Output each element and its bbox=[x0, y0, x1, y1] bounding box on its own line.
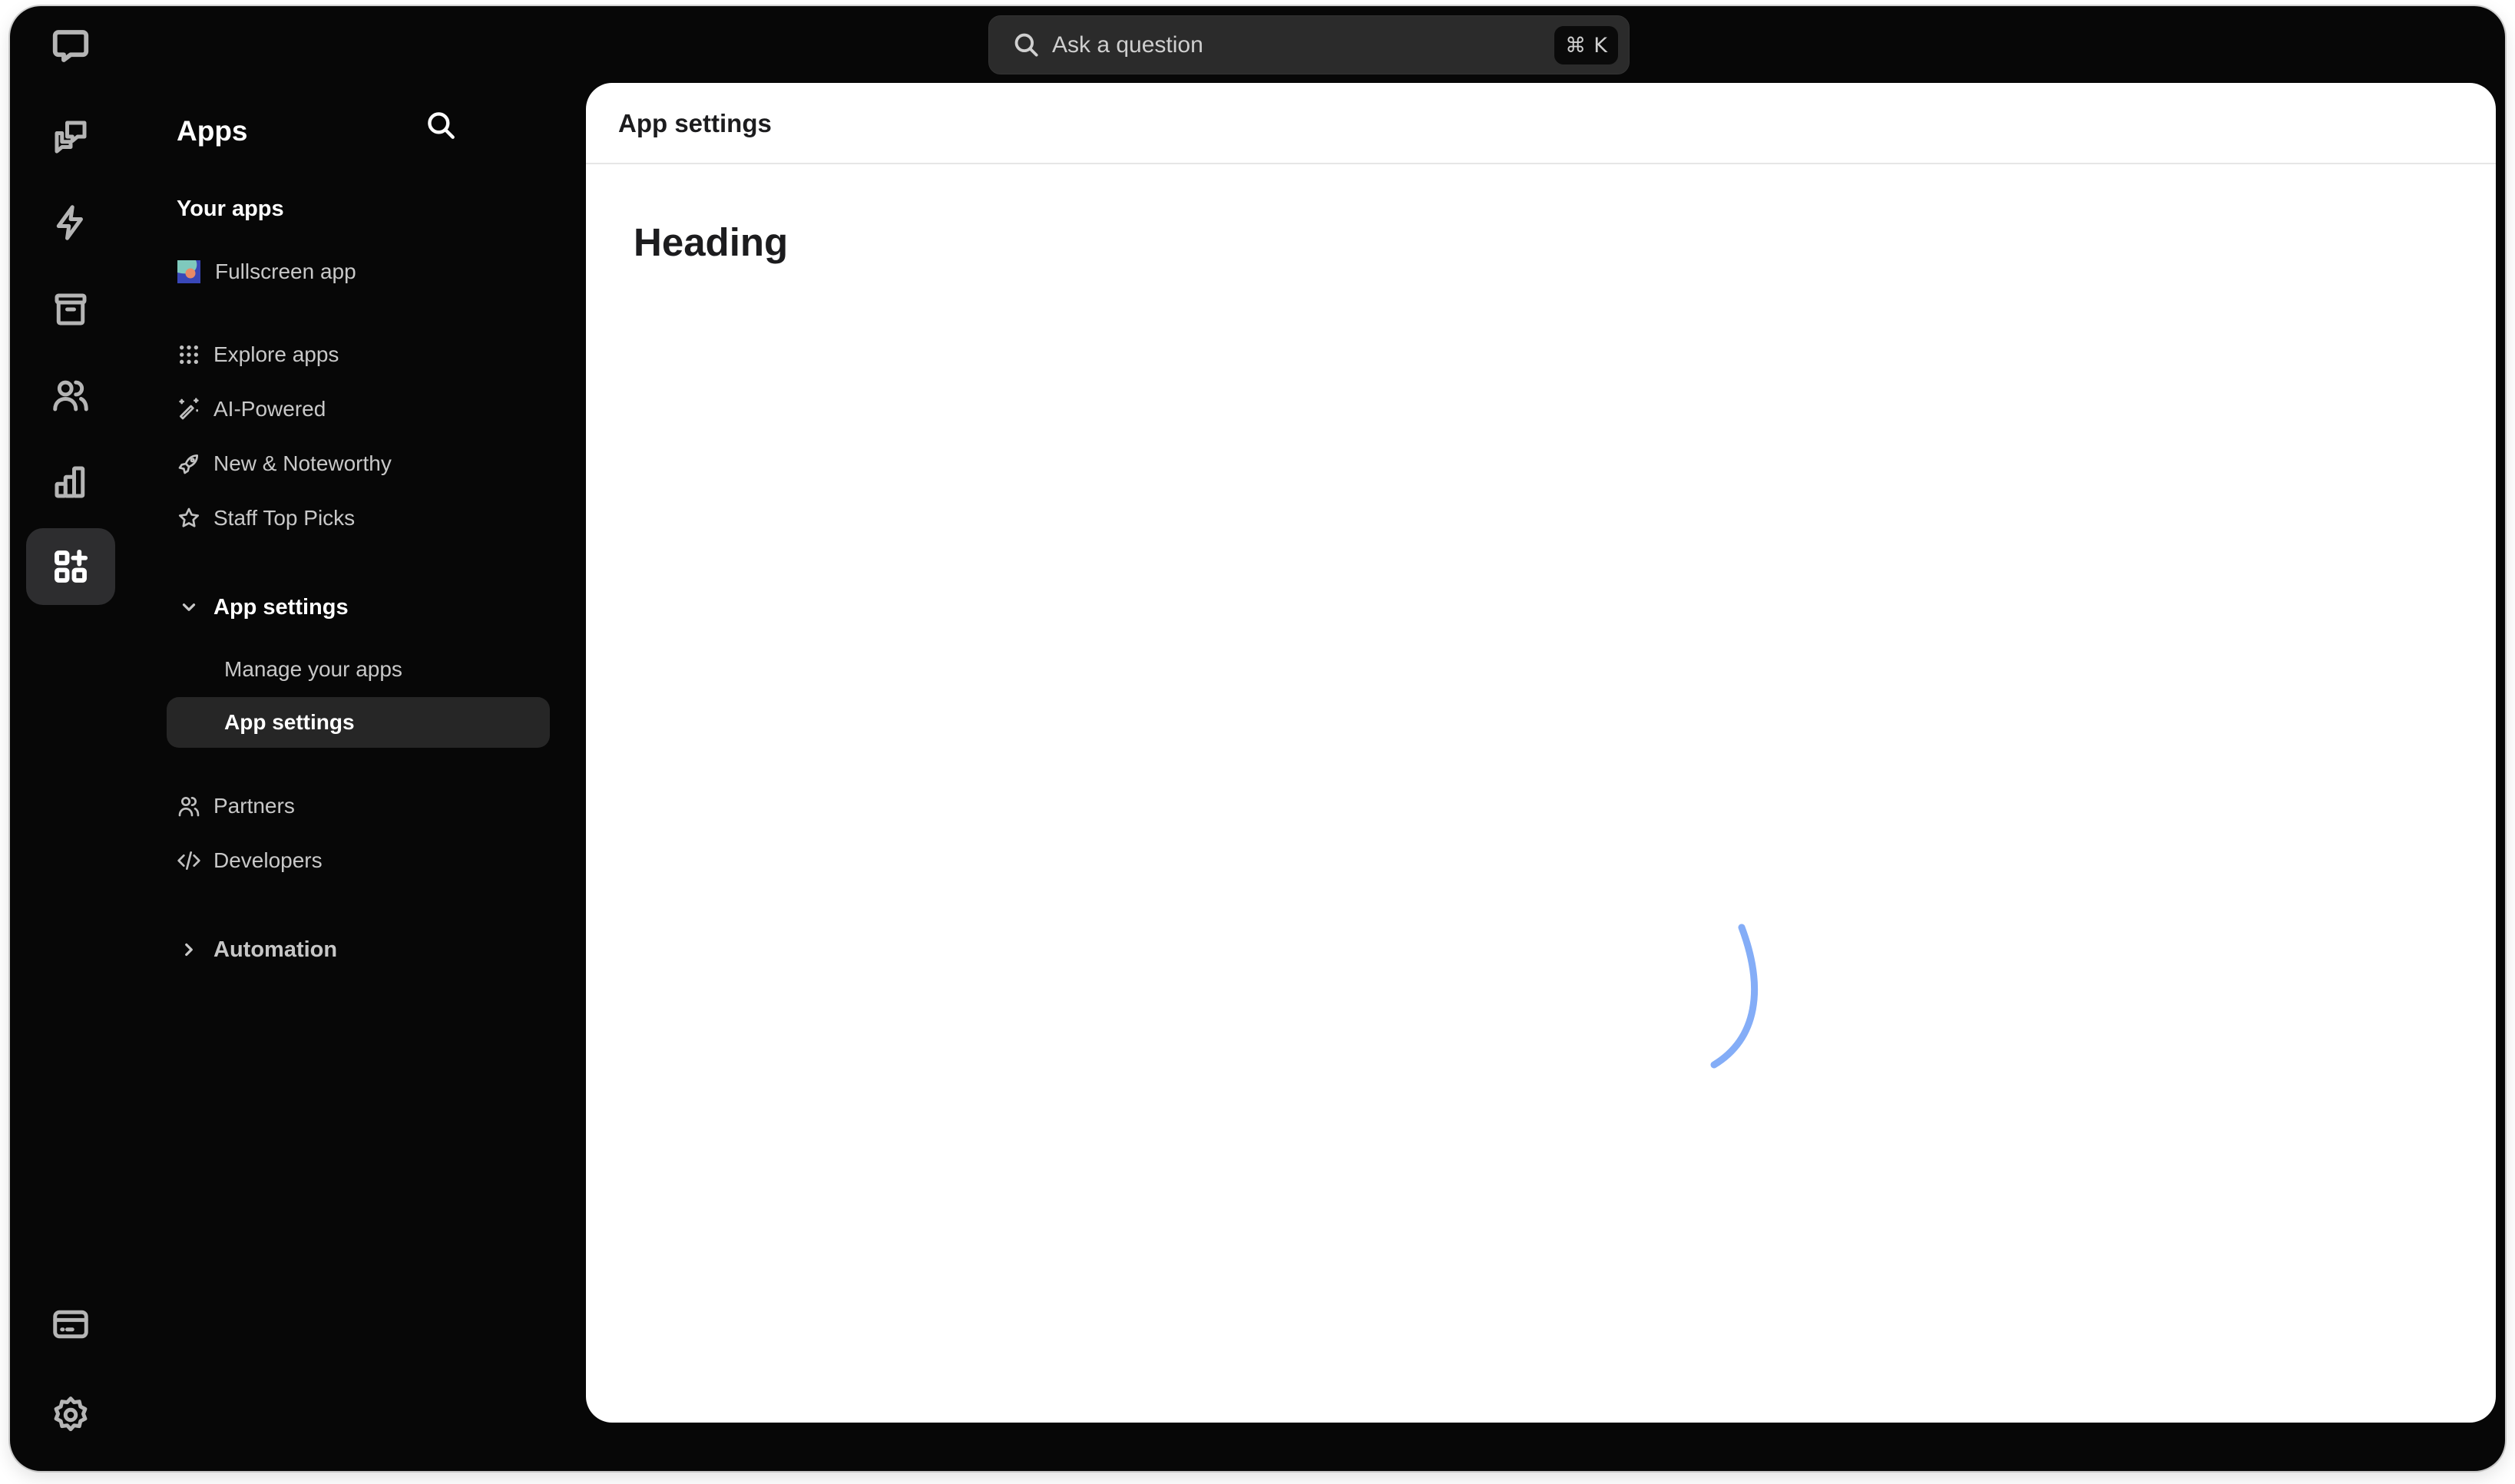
app-thumbnail-icon bbox=[177, 259, 201, 284]
sidebar-item-app-settings[interactable]: App settings bbox=[167, 697, 550, 748]
command-key-symbol: ⌘ bbox=[1565, 33, 1587, 58]
sidebar-group-automation[interactable]: Automation bbox=[177, 930, 337, 969]
users-icon bbox=[53, 380, 88, 411]
code-icon bbox=[177, 848, 201, 873]
search-icon bbox=[1014, 33, 1038, 57]
sidebar-item-label: Fullscreen app bbox=[215, 259, 356, 283]
sidebar-item-staff-top-picks[interactable]: Staff Top Picks bbox=[177, 499, 355, 537]
sidebar-item-partners[interactable]: Partners bbox=[177, 787, 295, 825]
sidebar-item-label: App settings bbox=[224, 710, 355, 734]
sidebar-title: Apps bbox=[177, 115, 248, 147]
rocket-icon bbox=[177, 451, 201, 476]
rail-contacts[interactable] bbox=[26, 357, 115, 434]
bolt-icon bbox=[56, 205, 83, 240]
sidebar-group-app-settings[interactable]: App settings bbox=[177, 588, 349, 626]
rail-apps[interactable] bbox=[26, 528, 115, 605]
grid-dots-icon bbox=[177, 342, 201, 367]
bar-chart-icon bbox=[55, 466, 85, 498]
ask-question-search[interactable]: ⌘ K bbox=[988, 15, 1630, 74]
sidebar-item-label: Partners bbox=[213, 794, 295, 818]
sidebar-search-button[interactable] bbox=[422, 107, 461, 145]
sidebar-item-developers[interactable]: Developers bbox=[177, 841, 323, 880]
sidebar-item-new-noteworthy[interactable]: New & Noteworthy bbox=[177, 445, 392, 483]
chevron-down-icon bbox=[177, 595, 201, 620]
sidebar-item-label: Manage your apps bbox=[224, 657, 402, 681]
rail-archive[interactable] bbox=[26, 271, 115, 348]
chat-logo-icon bbox=[52, 30, 89, 62]
sidebar-item-label: AI-Powered bbox=[213, 397, 326, 421]
your-apps-label: Your apps bbox=[177, 197, 284, 221]
archive-icon bbox=[55, 293, 87, 326]
sidebar-item-label: Explore apps bbox=[213, 342, 339, 366]
sidebar-item-label: Developers bbox=[213, 848, 323, 872]
sidebar-item-label: New & Noteworthy bbox=[213, 451, 392, 475]
rail-reports[interactable] bbox=[26, 444, 115, 521]
panel-header: App settings bbox=[586, 83, 2496, 164]
search-icon bbox=[428, 112, 455, 139]
conversations-icon bbox=[55, 121, 87, 154]
apps-add-icon bbox=[55, 549, 88, 583]
shortcut-key: K bbox=[1593, 33, 1607, 58]
rail-conversations[interactable] bbox=[26, 98, 115, 175]
sidebar-item-ai-powered[interactable]: AI-Powered bbox=[177, 390, 326, 428]
sidebar-item-fullscreen-app[interactable]: Fullscreen app bbox=[177, 253, 356, 291]
rail-logo[interactable] bbox=[26, 8, 115, 84]
magic-wand-icon bbox=[177, 397, 201, 421]
sidebar-item-explore-apps[interactable]: Explore apps bbox=[177, 335, 339, 374]
app-content-panel: App settings Heading bbox=[586, 83, 2496, 1423]
rail-billing[interactable] bbox=[26, 1286, 115, 1363]
sidebar-group-label: App settings bbox=[213, 594, 349, 620]
gear-icon bbox=[54, 1396, 88, 1432]
ask-question-input[interactable] bbox=[1052, 16, 1513, 74]
annotation-arrow-icon bbox=[1710, 924, 1758, 1069]
app-window: ⌘ K Apps Your apps Fullscreen app Explor… bbox=[10, 6, 2505, 1471]
rail-automation[interactable] bbox=[26, 184, 115, 261]
star-icon bbox=[177, 506, 201, 530]
rail-settings[interactable] bbox=[26, 1377, 115, 1453]
sidebar-group-label: Automation bbox=[213, 937, 338, 962]
page-title: App settings bbox=[618, 109, 772, 137]
sidebar-item-label: Staff Top Picks bbox=[213, 506, 356, 530]
partners-icon bbox=[177, 794, 201, 818]
chevron-right-icon bbox=[177, 937, 201, 962]
sidebar-item-manage-your-apps[interactable]: Manage your apps bbox=[167, 644, 550, 695]
content-heading: Heading bbox=[634, 220, 789, 264]
keyboard-shortcut-badge: ⌘ K bbox=[1554, 26, 1618, 64]
credit-card-icon bbox=[53, 1310, 88, 1339]
